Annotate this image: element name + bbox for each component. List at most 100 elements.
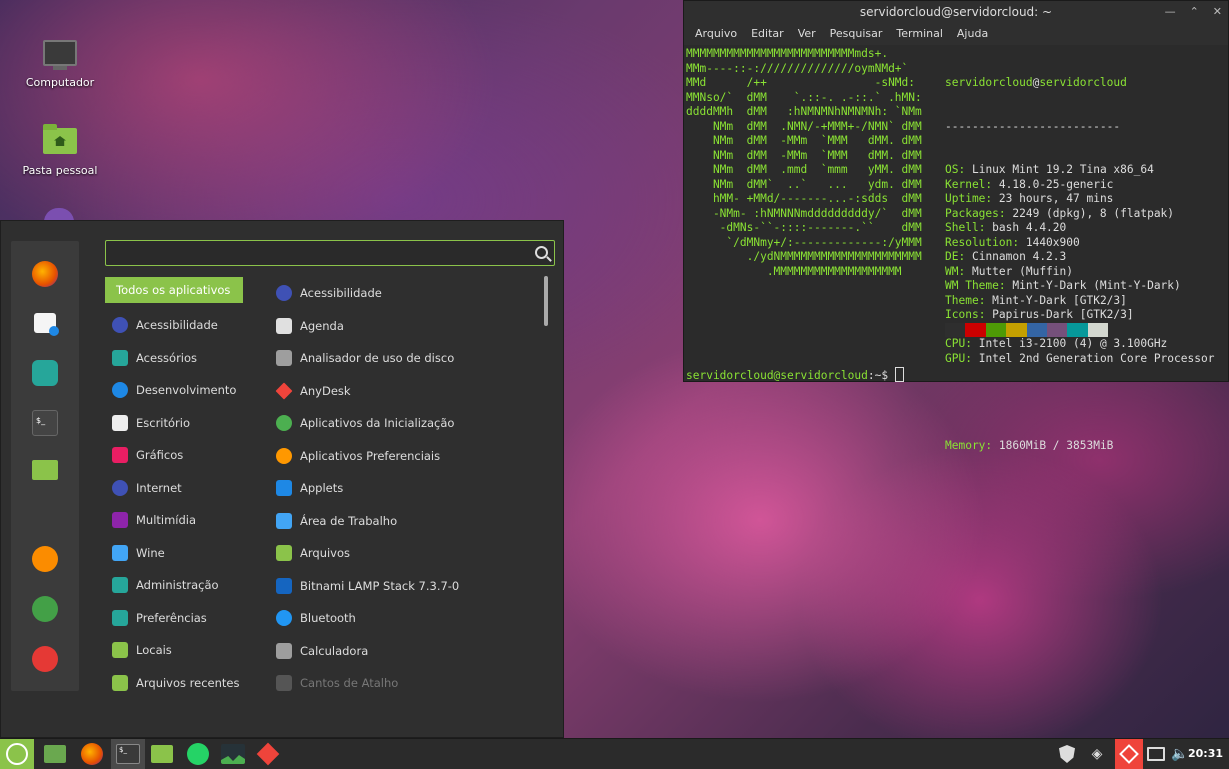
- category-label: Preferências: [136, 610, 207, 625]
- disk-usage-icon: [276, 350, 292, 367]
- app-item[interactable]: Agenda: [273, 310, 539, 343]
- search-text-field[interactable]: [106, 241, 514, 265]
- maximize-icon[interactable]: ⌃: [1190, 1, 1199, 23]
- category-preferences[interactable]: Preferências: [105, 602, 265, 635]
- category-accessories[interactable]: Acessórios: [105, 342, 265, 375]
- files-icon: [151, 745, 173, 763]
- accessibility-icon: [276, 285, 292, 302]
- menu-arquivo[interactable]: Arquivo: [688, 23, 744, 45]
- palette-swatch: [985, 323, 1007, 337]
- software-manager-icon[interactable]: [34, 313, 59, 336]
- display-icon[interactable]: [1146, 739, 1166, 769]
- category-administration[interactable]: Administração: [105, 569, 265, 602]
- category-label: Gráficos: [136, 448, 184, 463]
- palette-swatch: [945, 323, 966, 337]
- show-desktop-launcher[interactable]: [38, 739, 72, 769]
- whatsapp-launcher[interactable]: [181, 739, 215, 769]
- terminal-cursor: [894, 367, 904, 382]
- category-recent-files[interactable]: Arquivos recentes: [105, 667, 265, 700]
- info-line: Uptime: 23 hours, 47 mins: [945, 192, 1114, 205]
- system-monitor-icon: [221, 744, 245, 764]
- app-list-scrollbar[interactable]: [544, 276, 548, 326]
- category-internet[interactable]: Internet: [105, 472, 265, 505]
- logout-icon[interactable]: [32, 596, 58, 622]
- anydesk-icon: [256, 742, 280, 766]
- desktop-icon-computer[interactable]: Computador: [10, 38, 110, 89]
- category-label: Escritório: [136, 415, 191, 430]
- info-line: DE: Cinnamon 4.2.3: [945, 250, 1067, 263]
- app-label: Aplicativos Preferenciais: [300, 448, 441, 463]
- dropbox-icon[interactable]: ◈: [1085, 739, 1109, 769]
- menu-button[interactable]: [0, 739, 34, 769]
- app-label: Calculadora: [300, 643, 369, 658]
- terminal-launcher[interactable]: $_: [111, 739, 145, 769]
- menu-search-input[interactable]: [105, 240, 555, 266]
- app-item[interactable]: Calculadora: [273, 635, 539, 668]
- anydesk-tray-icon[interactable]: [1115, 739, 1143, 769]
- logo-line: NMm dMM` ..` ... ydm. dMM: [686, 177, 922, 191]
- menu-editar[interactable]: Editar: [744, 23, 791, 45]
- home-folder-icon: [43, 124, 77, 158]
- terminal-icon[interactable]: $_: [32, 410, 58, 436]
- app-item[interactable]: Bitnami LAMP Stack 7.3.7-0: [273, 570, 539, 603]
- app-item[interactable]: Bluetooth: [273, 602, 539, 635]
- category-multimedia[interactable]: Multimídia: [105, 504, 265, 537]
- app-item[interactable]: AnyDesk: [273, 375, 539, 408]
- lock-icon[interactable]: [32, 546, 58, 572]
- hot-corners-icon: [276, 675, 292, 692]
- settings-icon[interactable]: [32, 360, 58, 386]
- app-item[interactable]: Analisador de uso de disco: [273, 342, 539, 375]
- calendar-icon: [276, 317, 292, 334]
- app-item[interactable]: Arquivos: [273, 537, 539, 570]
- files-icon[interactable]: [32, 460, 58, 480]
- menu-ajuda[interactable]: Ajuda: [950, 23, 995, 45]
- menu-terminal[interactable]: Terminal: [889, 23, 950, 45]
- files-launcher[interactable]: [145, 739, 179, 769]
- system-monitor-launcher[interactable]: [216, 739, 250, 769]
- terminal-window[interactable]: servidorcloud@servidorcloud: ~ — ⌃ ✕ Arq…: [683, 0, 1229, 452]
- category-places[interactable]: Locais: [105, 634, 265, 667]
- palette-swatch: [965, 323, 986, 337]
- terminal-prompt[interactable]: servidorcloud@servidorcloud:~$: [686, 367, 904, 384]
- anydesk-launcher[interactable]: [251, 739, 285, 769]
- info-line: Packages: 2249 (dpkg), 8 (flatpak): [945, 206, 1175, 220]
- palette-swatch: [1067, 323, 1088, 337]
- desktop-icon-home-folder[interactable]: Pasta pessoal: [10, 124, 110, 177]
- close-icon[interactable]: ✕: [1213, 1, 1222, 23]
- menu-pesquisar[interactable]: Pesquisar: [823, 23, 890, 45]
- clock[interactable]: 20:31: [1188, 739, 1223, 769]
- app-label: Área de Trabalho: [300, 513, 398, 528]
- category-label: Acessórios: [136, 350, 198, 365]
- neofetch-separator: --------------------------: [945, 119, 1121, 133]
- app-item[interactable]: Cantos de Atalho: [273, 667, 539, 700]
- menu-ver[interactable]: Ver: [791, 23, 823, 45]
- category-development[interactable]: Desenvolvimento: [105, 374, 265, 407]
- terminal-titlebar[interactable]: servidorcloud@servidorcloud: ~ — ⌃ ✕: [684, 1, 1228, 23]
- category-wine[interactable]: Wine: [105, 537, 265, 570]
- app-item[interactable]: Área de Trabalho: [273, 505, 539, 538]
- firefox-launcher[interactable]: [75, 739, 109, 769]
- shutdown-icon[interactable]: [32, 646, 58, 672]
- category-all-apps[interactable]: Todos os aplicativos: [105, 277, 243, 303]
- app-label: Aplicativos da Inicialização: [300, 416, 455, 431]
- bluetooth-icon: [276, 610, 292, 627]
- app-item[interactable]: Aplicativos Preferenciais: [273, 440, 539, 473]
- color-palette: [945, 323, 1109, 337]
- category-accessibility[interactable]: Acessibilidade: [105, 309, 265, 342]
- app-label: Acessibilidade: [300, 286, 382, 301]
- app-item[interactable]: Applets: [273, 472, 539, 505]
- minimize-icon[interactable]: —: [1165, 1, 1176, 23]
- info-line: CPU: Intel i3-2100 (4) @ 3.100GHz: [945, 337, 1168, 350]
- category-label: Desenvolvimento: [136, 383, 237, 398]
- app-item[interactable]: Acessibilidade: [273, 277, 539, 310]
- files-icon: [276, 545, 292, 562]
- app-item[interactable]: Aplicativos da Inicialização: [273, 407, 539, 440]
- firefox-icon[interactable]: [32, 261, 58, 287]
- category-graphics[interactable]: Gráficos: [105, 439, 265, 472]
- startup-apps-icon: [276, 415, 292, 432]
- shield-icon[interactable]: [1055, 739, 1079, 769]
- terminal-menubar: Arquivo Editar Ver Pesquisar Terminal Aj…: [684, 23, 1228, 45]
- category-label: Locais: [136, 643, 172, 658]
- internet-icon: [112, 479, 128, 496]
- category-office[interactable]: Escritório: [105, 407, 265, 440]
